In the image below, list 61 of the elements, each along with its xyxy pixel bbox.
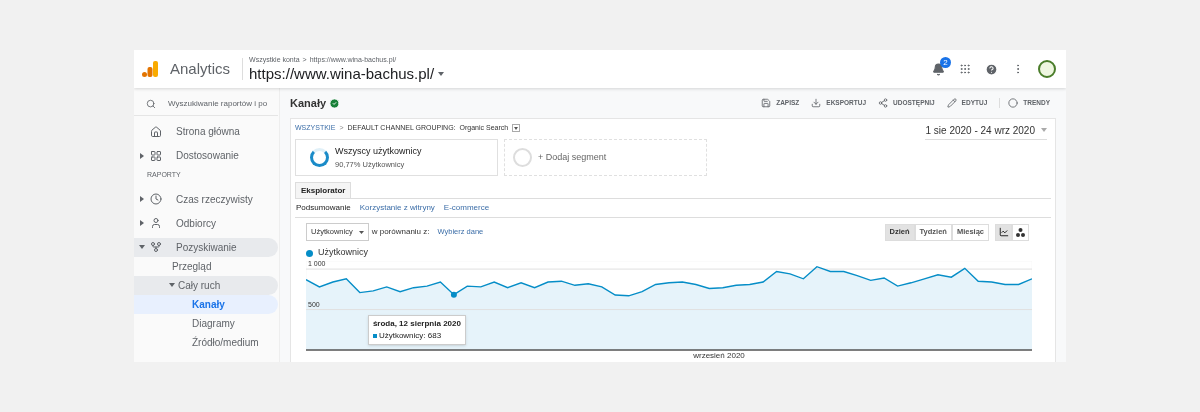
notification-badge: 2 bbox=[940, 56, 951, 68]
nav-item[interactable]: Dostosowanie bbox=[134, 146, 278, 165]
series-marker-icon bbox=[372, 333, 377, 338]
product-name: Analytics bbox=[170, 58, 244, 80]
caret-down-icon bbox=[169, 282, 175, 288]
report-title: Kanały bbox=[290, 95, 327, 111]
apps-icon[interactable] bbox=[959, 63, 971, 75]
dropdown-icon[interactable] bbox=[438, 72, 445, 77]
subtab-link[interactable]: E-commerce bbox=[443, 202, 490, 214]
nav-icon bbox=[150, 125, 162, 138]
search-icon bbox=[146, 97, 156, 110]
caret-right-icon bbox=[139, 152, 145, 159]
notifications-icon[interactable] bbox=[932, 62, 945, 76]
nav-icon bbox=[150, 193, 162, 205]
nav-item[interactable]: Diagramy bbox=[134, 313, 278, 333]
date-range-picker[interactable]: 1 sie 2020 - 24 wrz 2020 bbox=[925, 122, 1047, 140]
tooltip-title: środa, 12 sierpnia 2020 bbox=[372, 317, 461, 330]
legend-label: Użytkownicy bbox=[318, 246, 368, 260]
empty-ring-icon bbox=[513, 148, 532, 167]
property-name[interactable]: https://www.wina-bachus.pl/ bbox=[249, 65, 435, 84]
account-avatar[interactable] bbox=[1038, 60, 1056, 78]
search-input[interactable]: Wyszukiwanie raportów i po bbox=[168, 97, 278, 110]
dimension-dropdown[interactable] bbox=[512, 124, 521, 132]
subtab-link[interactable]: Podsumowanie bbox=[296, 202, 351, 214]
explorer-tab[interactable]: Eksplorator bbox=[295, 182, 352, 198]
nav-item[interactable]: Kanały bbox=[134, 294, 278, 314]
dropdown-icon bbox=[358, 230, 364, 234]
nav-item[interactable]: Źródło/medium bbox=[134, 332, 278, 352]
dropdown-icon bbox=[1041, 128, 1047, 132]
share-icon bbox=[878, 98, 889, 108]
bubbles-icon bbox=[1016, 227, 1025, 237]
subtab-link[interactable]: Korzystanie z witryny bbox=[359, 202, 435, 214]
chart-type-button[interactable] bbox=[995, 223, 1012, 241]
caret-right-icon bbox=[139, 220, 145, 226]
nav-icon bbox=[150, 241, 162, 253]
line-chart-icon bbox=[998, 227, 1009, 237]
report-search-field[interactable]: Wyszukiwanie raportów i po bbox=[134, 94, 278, 116]
nav-item[interactable]: Pozyskiwanie bbox=[134, 237, 278, 257]
help-icon[interactable] bbox=[985, 62, 998, 76]
nav-item[interactable]: Strona główna bbox=[134, 122, 278, 141]
nav-item[interactable]: Cały ruch bbox=[134, 275, 278, 295]
caret-down-icon bbox=[139, 244, 145, 250]
analytics-logo bbox=[142, 61, 158, 77]
download-icon bbox=[811, 98, 822, 108]
nav-icon bbox=[150, 149, 162, 162]
month-label: wrzesień 2020 bbox=[693, 351, 745, 361]
save-icon bbox=[761, 98, 772, 108]
nav-item[interactable]: Odbiorcy bbox=[134, 213, 278, 233]
nav-item[interactable]: Przegląd bbox=[134, 256, 278, 276]
chart-type-button[interactable] bbox=[1012, 223, 1029, 241]
nav-item[interactable]: Czas rzeczywisty bbox=[134, 189, 278, 209]
verified-icon bbox=[329, 97, 341, 109]
compare-label: w porównaniu z: bbox=[371, 226, 430, 238]
highlight-point bbox=[450, 291, 457, 298]
nav-icon bbox=[150, 217, 162, 229]
add-segment-card[interactable]: + Dodaj segment bbox=[504, 139, 707, 176]
segment-name: Wszyscy użytkownicy bbox=[335, 145, 422, 159]
caret-right-icon bbox=[139, 196, 145, 202]
tooltip-value: Użytkownicy: 683 bbox=[378, 329, 442, 342]
segment-ring-icon bbox=[310, 148, 329, 167]
pencil-icon bbox=[946, 98, 957, 108]
